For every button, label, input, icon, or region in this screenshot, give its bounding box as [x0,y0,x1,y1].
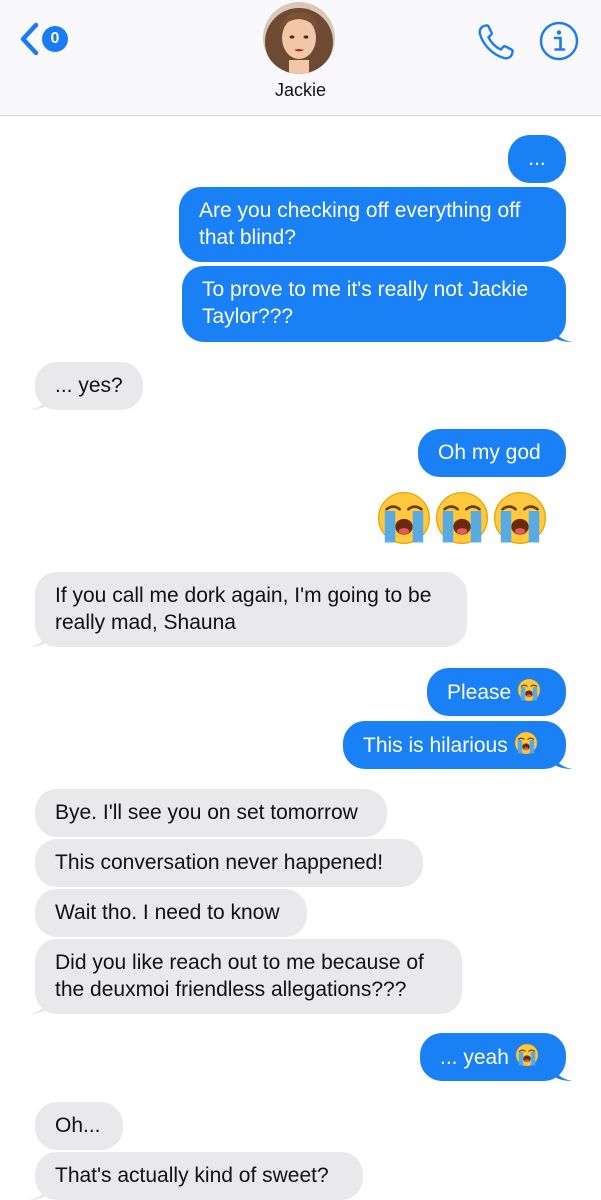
message-text: Are you checking off everything off [199,199,521,222]
incoming-message[interactable]: ... yes? [35,362,143,410]
message-text: ... [528,147,546,170]
message-text: really mad, Shauna [55,611,236,634]
incoming-message[interactable]: Oh... [35,1102,123,1150]
loudly-crying-face-icon [515,1043,539,1067]
message-text: Oh... [55,1114,101,1137]
conversation-header: 0 Jackie [0,0,601,116]
message-text: This conversation never happened! [55,851,384,874]
phone-icon [478,24,514,60]
outgoing-message[interactable]: ... [508,135,566,183]
message-text: Oh my god [438,441,541,464]
outgoing-message[interactable]: This is hilarious [343,721,566,769]
message-text: This is hilarious [363,734,508,757]
outgoing-message[interactable]: Oh my god [418,429,566,477]
message-text: Taylor??? [202,305,294,328]
unread-badge: 0 [42,26,68,52]
outgoing-message[interactable]: Are you checking off everything off that… [179,187,566,262]
loudly-crying-face-icon [434,490,490,546]
outgoing-message[interactable]: Please [427,668,566,716]
avatar-photo [263,2,335,74]
message-text: Did you like reach out to me because of [55,951,424,974]
emoji-message[interactable] [376,490,548,546]
message-text: ... yeah [440,1046,509,1069]
message-text: Bye. I'll see you on set tomorrow [55,801,358,824]
call-button[interactable] [474,20,518,64]
message-text: That's actually kind of sweet? [55,1164,329,1187]
message-text: If you call me dork again, I'm going to … [55,584,432,607]
incoming-message[interactable]: If you call me dork again, I'm going to … [35,572,467,647]
message-text: the deuxmoi friendless allegations??? [55,978,407,1001]
bubble-tail [28,994,48,1014]
incoming-message[interactable]: Did you like reach out to me because of … [35,939,462,1014]
bubble-tail [553,1061,573,1081]
incoming-message[interactable]: Wait tho. I need to know [35,889,307,937]
bubble-tail [28,390,48,410]
loudly-crying-face-icon [517,678,541,702]
message-text: ... yes? [55,374,123,397]
outgoing-message[interactable]: To prove to me it's really not Jackie Ta… [182,266,566,342]
chevron-left-icon [20,22,39,56]
incoming-message[interactable]: That's actually kind of sweet? [35,1152,363,1200]
info-icon [539,21,579,61]
bubble-tail [553,749,573,769]
message-text: that blind? [199,226,296,249]
contact-name[interactable]: Jackie [0,80,601,101]
loudly-crying-face-icon [376,490,432,546]
outgoing-message[interactable]: ... yeah [420,1033,566,1081]
message-text: To prove to me it's really not Jackie [202,278,529,301]
bubble-tail [28,627,48,647]
message-screen: 0 Jackie ... Are you checking off everyt… [0,0,601,1200]
bubble-tail [28,1180,48,1200]
loudly-crying-face-icon [514,731,538,755]
bubble-tail [553,322,573,342]
incoming-message[interactable]: This conversation never happened! [35,839,423,887]
message-text: Please [447,681,512,704]
incoming-message[interactable]: Bye. I'll see you on set tomorrow [35,789,387,837]
avatar[interactable] [263,2,335,74]
message-text: Wait tho. I need to know [55,901,280,924]
loudly-crying-face-icon [492,490,548,546]
back-button[interactable]: 0 [18,22,78,56]
info-button[interactable] [538,20,580,62]
